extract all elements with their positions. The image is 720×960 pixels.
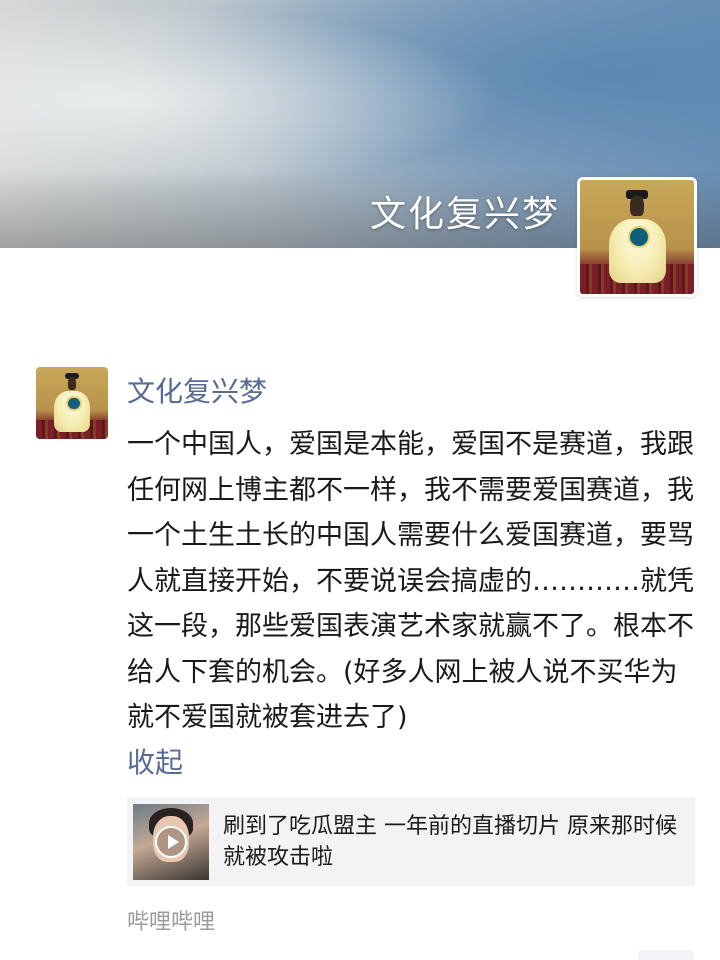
post-body-text: 一个中国人，爱国是本能，爱国不是赛道，我跟任何网上博主都不一样，我不需要爱国赛道… <box>127 429 694 733</box>
post-author-name[interactable]: 文化复兴梦 <box>127 370 267 410</box>
video-thumbnail <box>133 803 209 880</box>
collapse-link[interactable]: 收起 <box>127 741 183 781</box>
source-app-label[interactable]: 哔哩哔哩 <box>127 904 215 936</box>
cover-username: 文化复兴梦 <box>369 194 560 235</box>
moments-page: 文化复兴梦 文化复兴梦 一个中国人，爱国是本能，爱国不是赛道，我跟任何网上博主都… <box>0 0 720 960</box>
shared-video-card[interactable]: 刷到了吃瓜盟主 一年前的直播切片 原来那时候 就被攻击啦 <box>127 797 695 886</box>
more-actions-button[interactable] <box>638 950 694 960</box>
cover-avatar[interactable] <box>577 177 697 297</box>
post-author-avatar[interactable] <box>36 367 108 439</box>
video-play-icon <box>155 825 187 858</box>
shared-video-title: 刷到了吃瓜盟主 一年前的直播切片 原来那时候 就被攻击啦 <box>223 813 677 870</box>
